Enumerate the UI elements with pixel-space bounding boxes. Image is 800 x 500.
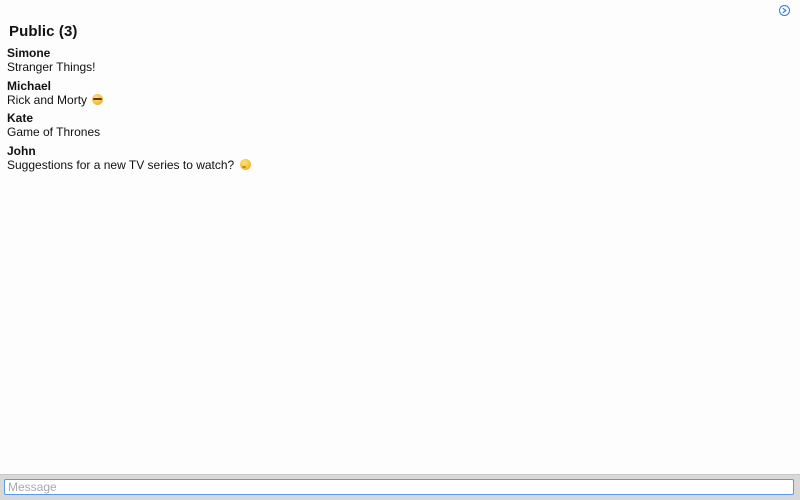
message-text: Suggestions for a new TV series to watch… xyxy=(7,157,235,172)
message-composer xyxy=(0,474,800,500)
message-sender: Kate xyxy=(7,111,34,125)
nerd-face-icon xyxy=(92,93,104,105)
page-title: Public (3) xyxy=(9,23,78,40)
chat-window: Public (3) Simone Stranger Things! Micha… xyxy=(0,0,800,500)
message-item: Kate Game of Thrones xyxy=(7,111,767,144)
message-sender: Simone xyxy=(7,46,51,60)
message-text-row: Rick and Morty xyxy=(7,93,767,108)
message-text: Rick and Morty xyxy=(7,92,88,107)
message-item: John Suggestions for a new TV series to … xyxy=(7,144,767,177)
message-sender: Michael xyxy=(7,78,52,93)
message-text: Game of Thrones xyxy=(7,125,101,139)
arrow-glyph xyxy=(782,7,787,14)
message-item: Simone Stranger Things! xyxy=(7,46,767,79)
circle-arrow-right-icon[interactable] xyxy=(779,5,790,16)
message-text-row: Suggestions for a new TV series to watch… xyxy=(7,158,767,173)
message-text-row: Stranger Things! xyxy=(7,60,767,75)
message-item: Michael Rick and Morty xyxy=(7,79,767,112)
message-text-row: Game of Thrones xyxy=(7,125,767,140)
message-list: Simone Stranger Things! Michael Rick and… xyxy=(7,46,767,176)
thinking-face-icon xyxy=(239,158,251,170)
message-input[interactable] xyxy=(4,479,794,495)
message-sender: John xyxy=(7,143,36,158)
message-text: Stranger Things! xyxy=(7,60,96,74)
